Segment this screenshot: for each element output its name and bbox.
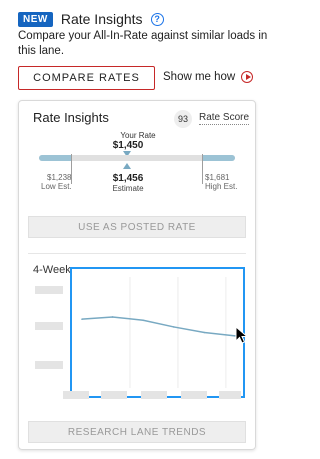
y-axis-placeholder <box>35 286 63 294</box>
compare-rates-button[interactable]: COMPARE RATES <box>18 66 155 90</box>
trend-point <box>173 326 175 328</box>
trend-point <box>203 331 206 334</box>
high-estimate-label: High Est. <box>205 182 238 191</box>
show-me-how-label: Show me how <box>163 71 236 83</box>
trend-chart[interactable] <box>70 267 245 398</box>
play-circle-icon <box>241 71 254 83</box>
new-badge: NEW <box>18 11 53 27</box>
trend-period-label: 4-Week <box>33 264 71 276</box>
trend-point <box>111 316 114 318</box>
high-range-segment <box>202 155 235 161</box>
use-as-posted-rate-button[interactable]: USE AS POSTED RATE <box>28 216 246 238</box>
rate-score-label[interactable]: Rate Score <box>199 112 250 125</box>
description: Compare your All-In-Rate against similar… <box>18 30 268 57</box>
trend-chart-svg <box>81 277 236 388</box>
trend-series-line <box>81 316 236 337</box>
rate-score-value: 93 <box>174 110 192 128</box>
x-axis-placeholder <box>101 391 127 399</box>
trend-point <box>81 318 83 320</box>
your-rate-label: Your Rate <box>120 131 156 140</box>
show-me-how-link[interactable]: Show me how <box>163 71 254 83</box>
header: NEW Rate Insights ? <box>18 10 164 28</box>
x-axis-placeholder <box>141 391 167 399</box>
x-axis-placeholder <box>63 391 89 399</box>
mouse-cursor-icon <box>235 326 249 344</box>
divider <box>28 253 246 254</box>
rate-insights-card: Rate Insights 93 Rate Score Your Rate $1… <box>18 100 256 450</box>
x-axis-placeholder <box>219 391 241 399</box>
research-lane-trends-button[interactable]: RESEARCH LANE TRENDS <box>28 421 246 443</box>
estimate-marker-icon <box>123 163 131 169</box>
y-axis-placeholder <box>35 361 63 369</box>
card-title: Rate Insights <box>33 110 109 125</box>
question-circle-icon[interactable]: ? <box>150 12 164 26</box>
your-rate-value: $1,450 <box>112 140 144 151</box>
page-title: Rate Insights <box>60 11 143 27</box>
low-range-segment <box>39 155 72 161</box>
y-axis-placeholder <box>35 322 63 330</box>
trend-point <box>142 319 144 322</box>
x-axis-placeholder <box>181 391 207 399</box>
